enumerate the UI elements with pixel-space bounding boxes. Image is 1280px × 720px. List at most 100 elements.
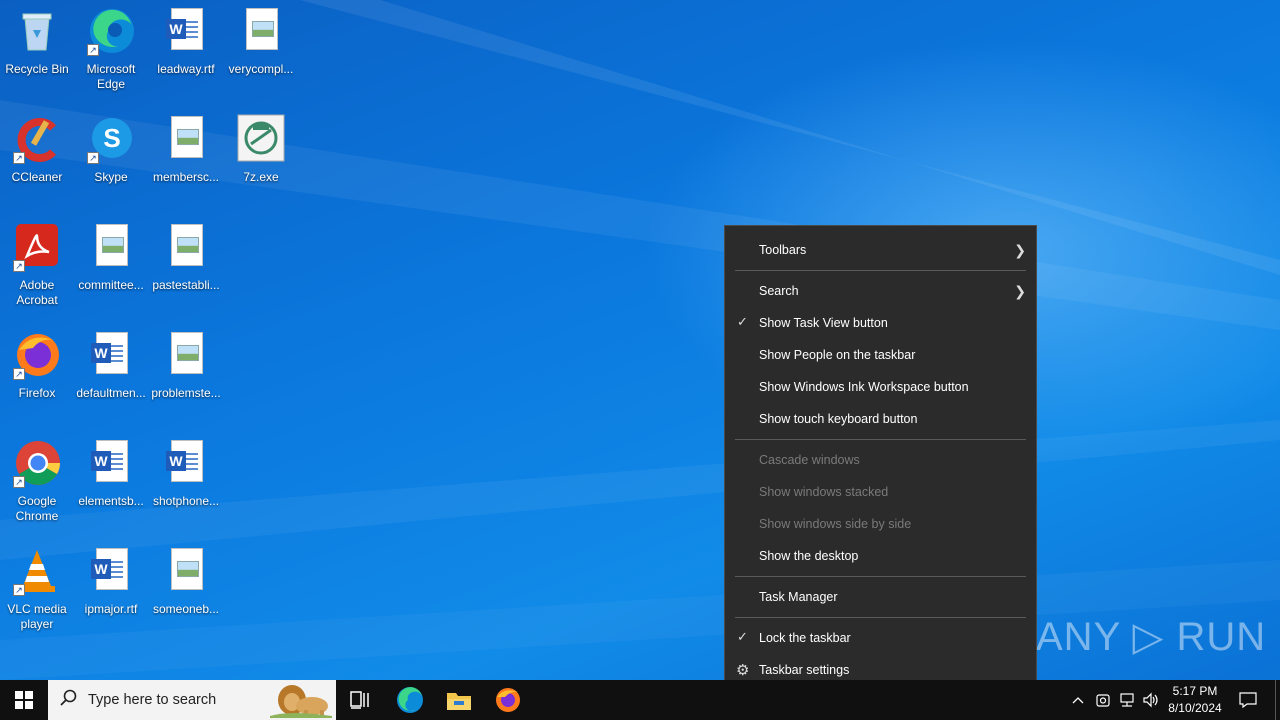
icon-label: shotphone...	[152, 494, 220, 508]
icon-label: defaultmen...	[76, 386, 146, 400]
menu-item-label: Show People on the taskbar	[759, 348, 916, 362]
icon-label: CCleaner	[11, 170, 63, 184]
menu-item-label: Show Windows Ink Workspace button	[759, 380, 969, 394]
desktop-icon-problemste[interactable]: problemste...	[149, 330, 223, 401]
word-document-icon: W	[87, 330, 135, 380]
folder-icon	[447, 693, 471, 710]
clock-time: 5:17 PM	[1172, 684, 1218, 698]
menu-item-toolbars[interactable]: Toolbars ❯	[725, 234, 1036, 266]
menu-item-show-people[interactable]: Show People on the taskbar	[725, 339, 1036, 371]
chrome-icon: ↗	[13, 438, 61, 488]
icon-label: problemste...	[151, 386, 221, 400]
shortcut-arrow-icon: ↗	[13, 584, 25, 596]
menu-item-windows-side-by-side: Show windows side by side	[725, 508, 1036, 540]
menu-item-show-touch-keyboard[interactable]: Show touch keyboard button	[725, 403, 1036, 435]
desktop-icon-ccleaner[interactable]: ↗ CCleaner	[0, 114, 74, 185]
desktop-icon-firefox[interactable]: ↗ Firefox	[0, 330, 74, 401]
taskbar-search-box[interactable]: Type here to search	[48, 680, 336, 720]
desktop-icon-committee[interactable]: committee...	[74, 222, 148, 293]
menu-item-label: Search	[759, 284, 799, 298]
menu-item-lock-taskbar[interactable]: ✓ Lock the taskbar	[725, 622, 1036, 654]
icon-label: Google Chrome	[15, 494, 59, 523]
menu-item-windows-stacked: Show windows stacked	[725, 476, 1036, 508]
icon-label: 7z.exe	[243, 170, 279, 184]
taskbar-file-explorer-button[interactable]	[435, 680, 483, 720]
desktop-icon-7z[interactable]: 7z.exe	[224, 114, 298, 185]
tray-volume-button[interactable]	[1140, 680, 1162, 720]
menu-item-label: Toolbars	[759, 243, 807, 257]
shortcut-arrow-icon: ↗	[87, 44, 99, 56]
taskbar-firefox-button[interactable]	[484, 680, 532, 720]
search-placeholder: Type here to search	[88, 692, 217, 708]
icon-label: membersc...	[152, 170, 219, 184]
desktop-icon-elementsb[interactable]: W elementsb...	[74, 438, 148, 509]
desktop-icon-pastestabli[interactable]: pastestabli...	[149, 222, 223, 293]
image-file-icon	[87, 222, 135, 272]
menu-item-show-task-view[interactable]: ✓ Show Task View button	[725, 307, 1036, 339]
chevron-right-icon: ❯	[1014, 283, 1026, 299]
search-icon	[60, 689, 80, 712]
icon-label: elementsb...	[78, 494, 144, 508]
notification-icon	[1239, 692, 1257, 708]
action-center-button[interactable]	[1232, 680, 1264, 720]
search-highlight-lion-icon	[270, 685, 332, 718]
icon-label: Adobe Acrobat	[16, 278, 58, 307]
desktop-icon-recycle-bin[interactable]: Recycle Bin	[0, 6, 74, 77]
desktop-icon-adobe-acrobat[interactable]: ↗ Adobe Acrobat	[0, 222, 74, 308]
chevron-right-icon: ❯	[1014, 242, 1026, 258]
shortcut-arrow-icon: ↗	[87, 152, 99, 164]
task-view-button[interactable]	[336, 680, 384, 720]
tray-meet-now-button[interactable]	[1092, 680, 1114, 720]
show-desktop-strip[interactable]	[1275, 680, 1276, 720]
word-document-icon: W	[162, 6, 210, 56]
menu-item-show-desktop[interactable]: Show the desktop	[725, 540, 1036, 572]
icon-label: Firefox	[18, 386, 56, 400]
word-document-icon: W	[87, 438, 135, 488]
menu-item-label: Show touch keyboard button	[759, 412, 918, 426]
checkmark-icon: ✓	[737, 314, 748, 329]
desktop-icon-membersc[interactable]: membersc...	[149, 114, 223, 185]
taskbar[interactable]: Type here to search 5:17 PM 8/10/2024	[0, 680, 1280, 720]
menu-item-show-ink-workspace[interactable]: Show Windows Ink Workspace button	[725, 371, 1036, 403]
shortcut-arrow-icon: ↗	[13, 152, 25, 164]
menu-item-label: Lock the taskbar	[759, 631, 851, 645]
icon-label: someoneb...	[152, 602, 220, 616]
image-file-icon	[162, 222, 210, 272]
desktop-icon-skype[interactable]: S ↗ Skype	[74, 114, 148, 185]
network-icon	[1120, 693, 1134, 707]
windows-logo-icon	[15, 691, 33, 709]
desktop-icon-vlc[interactable]: ↗ VLC media player	[0, 546, 74, 632]
vlc-icon: ↗	[13, 546, 61, 596]
tray-network-button[interactable]	[1116, 680, 1138, 720]
start-button[interactable]	[0, 680, 48, 720]
icon-label: committee...	[78, 278, 144, 292]
desktop-icon-shotphone[interactable]: W shotphone...	[149, 438, 223, 509]
menu-item-search[interactable]: Search ❯	[725, 275, 1036, 307]
icon-label: pastestabli...	[152, 278, 220, 292]
desktop-icon-someoneb[interactable]: someoneb...	[149, 546, 223, 617]
desktop-icon-microsoft-edge[interactable]: ↗ Microsoft Edge	[74, 6, 148, 92]
image-file-icon	[237, 6, 285, 56]
menu-item-task-manager[interactable]: Task Manager	[725, 581, 1036, 613]
image-file-icon	[162, 330, 210, 380]
desktop-icon-ipmajor[interactable]: W ipmajor.rtf	[74, 546, 148, 617]
taskbar-edge-button[interactable]	[386, 680, 434, 720]
clock-date: 8/10/2024	[1168, 701, 1222, 715]
desktop-icon-leadway[interactable]: W leadway.rtf	[149, 6, 223, 77]
menu-item-label: Show the desktop	[759, 549, 859, 563]
skype-icon: S ↗	[87, 114, 135, 164]
desktop-icon-verycompl[interactable]: verycompl...	[224, 6, 298, 77]
image-file-icon	[162, 114, 210, 164]
show-hidden-icons-button[interactable]	[1068, 680, 1088, 720]
edge-icon: ↗	[87, 6, 135, 56]
menu-item-label: Show windows side by side	[759, 517, 912, 531]
desktop-icon-defaultmen[interactable]: W defaultmen...	[74, 330, 148, 401]
taskbar-clock[interactable]: 5:17 PM 8/10/2024	[1166, 683, 1224, 717]
firefox-icon	[496, 688, 520, 712]
menu-item-cascade-windows: Cascade windows	[725, 444, 1036, 476]
svg-text:S: S	[103, 123, 120, 153]
shortcut-arrow-icon: ↗	[13, 260, 25, 272]
menu-item-label: Taskbar settings	[759, 663, 850, 677]
speaker-icon	[1143, 692, 1158, 708]
desktop-icon-google-chrome[interactable]: ↗ Google Chrome	[0, 438, 74, 524]
